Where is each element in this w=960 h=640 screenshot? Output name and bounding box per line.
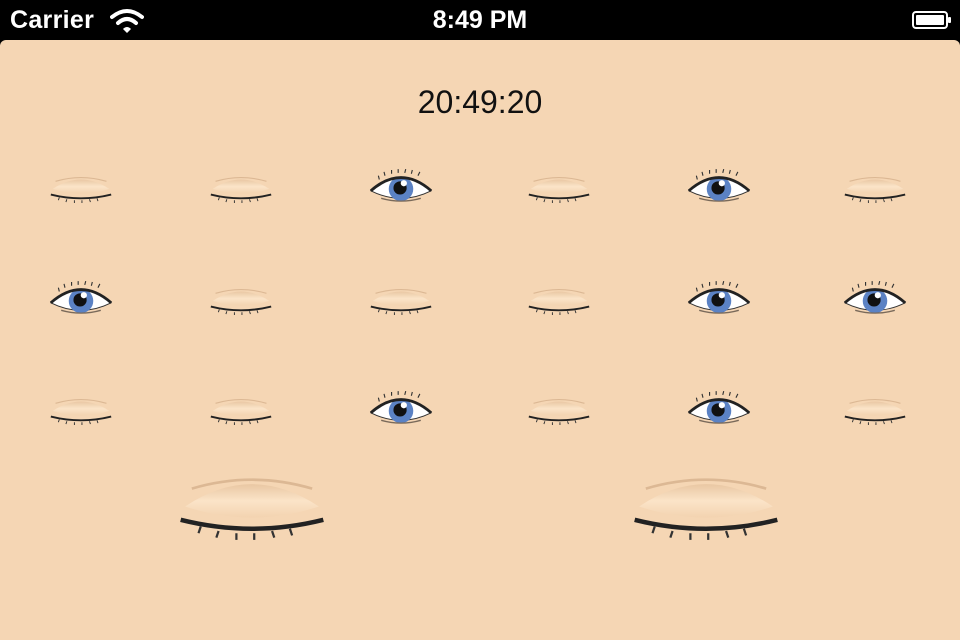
- closed-eye: [842, 168, 908, 206]
- open-eye: [368, 168, 434, 206]
- face-screen: 20:49:20: [0, 40, 960, 640]
- status-bar: Carrier 8:49 PM: [0, 0, 960, 40]
- closed-eye: [208, 390, 274, 428]
- closed-eye: [526, 168, 592, 206]
- closed-eye: [48, 390, 114, 428]
- closed-eye: [48, 168, 114, 206]
- closed-eye: [208, 168, 274, 206]
- large-closed-eye: [174, 452, 330, 552]
- open-eye: [686, 390, 752, 428]
- closed-eye: [526, 390, 592, 428]
- clock-label: 20:49:20: [417, 84, 543, 120]
- closed-eye: [208, 280, 274, 318]
- closed-eye: [842, 390, 908, 428]
- open-eye: [842, 280, 908, 318]
- open-eye: [686, 280, 752, 318]
- open-eye: [48, 280, 114, 318]
- status-time: 8:49 PM: [432, 6, 528, 34]
- open-eye: [368, 390, 434, 428]
- closed-eye: [368, 280, 434, 318]
- closed-eye: [526, 280, 592, 318]
- large-closed-eye: [628, 452, 784, 552]
- battery-icon: [912, 11, 951, 29]
- open-eye: [686, 168, 752, 206]
